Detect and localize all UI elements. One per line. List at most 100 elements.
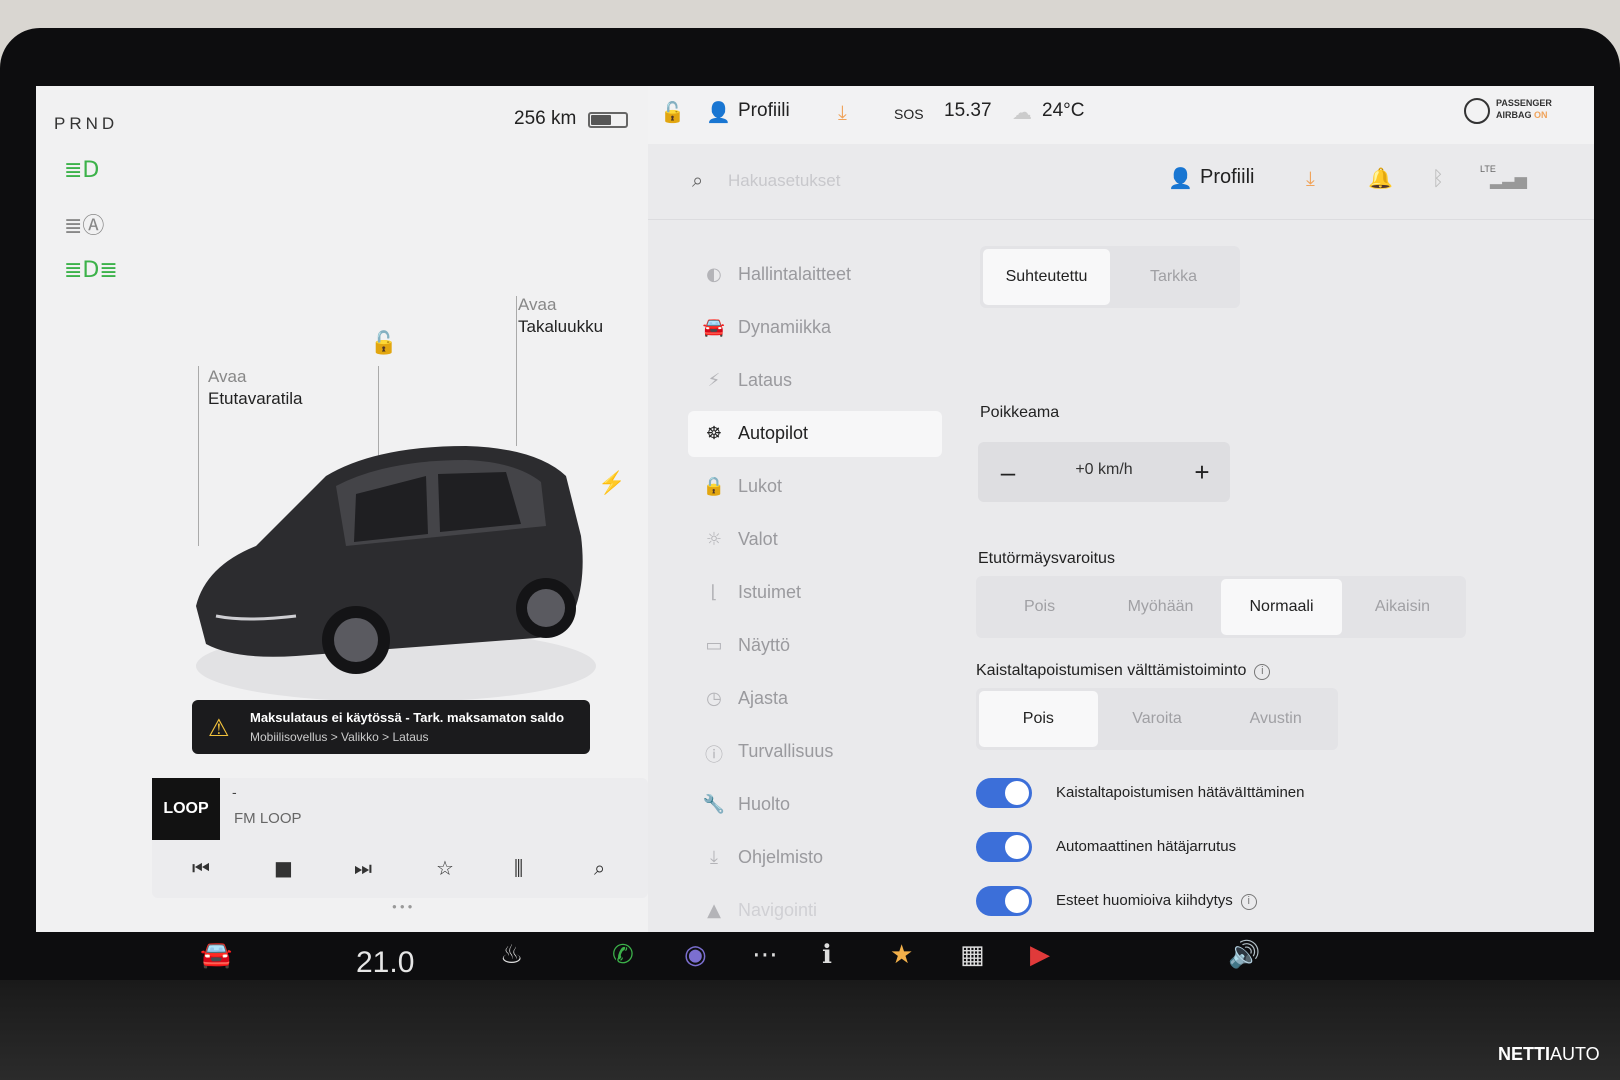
nav-item-label: Näyttö — [738, 635, 791, 655]
nav-item-näyttö[interactable]: ▭ Näyttö — [688, 623, 942, 669]
profile-icon[interactable]: 👤 — [706, 100, 731, 124]
speed-mode-relative[interactable]: Suhteutettu — [983, 249, 1110, 305]
nav-item-label: Huolto — [738, 794, 791, 814]
settings-header: ⌕ 👤 Profiili ⤓ 🔔 ᛒ LTE ▂▃▅ — [648, 144, 1594, 220]
nav-item-lukot[interactable]: 🔒 Lukot — [688, 464, 942, 510]
fcw-option[interactable]: Normaali — [1221, 579, 1342, 635]
nav-item-huolto[interactable]: 🔧 Huolto — [688, 782, 942, 828]
station-name: FM LOOP — [234, 810, 302, 827]
stop-icon[interactable]: ■ — [274, 856, 293, 880]
search-icon[interactable]: ⌕ — [692, 168, 703, 192]
bluetooth-icon[interactable]: ᛒ — [1432, 166, 1444, 190]
charging-alert[interactable]: ⚠ Maksulataus ei käytössä - Tark. maksam… — [192, 700, 590, 754]
increase-button[interactable]: + — [1182, 452, 1222, 492]
download-icon[interactable]: ⤓ — [838, 100, 847, 124]
charge-port-icon[interactable]: ⚡ — [598, 470, 625, 496]
nav-item-label: Hallintalaitteet — [738, 264, 852, 284]
frunk-action: Avaa — [208, 367, 247, 386]
fcw-option[interactable]: Aikaisin — [1342, 579, 1463, 635]
nav-item-label: Valot — [738, 529, 778, 549]
airbag-label-2: AIRBAG — [1496, 110, 1532, 120]
header-profile-name[interactable]: Profiili — [1200, 166, 1254, 189]
nav-item-hallintalaitteet[interactable]: ◐ Hallintalaitteet — [688, 252, 942, 298]
nav-item-turvallisuus[interactable]: ⓘ Turvallisuus — [688, 729, 942, 775]
headlight-icon[interactable]: ≣D — [64, 158, 100, 186]
sos-button[interactable]: SOS — [894, 106, 924, 122]
lock-icon: 🔒 — [702, 476, 726, 497]
airbag-label: PASSENGER — [1496, 98, 1552, 108]
watermark-brand: NETTI — [1498, 1044, 1550, 1064]
seat-icon: ⌊ — [710, 582, 718, 603]
offset-stepper: – +0 km/h + — [978, 442, 1230, 502]
nav-item-lataus[interactable]: ⚡ Lataus — [688, 358, 942, 404]
volume-icon[interactable]: 🔊 — [1228, 940, 1260, 970]
profile-icon[interactable]: 👤 — [1168, 166, 1193, 190]
auto-highbeam-icon[interactable]: ≣Ⓐ — [64, 208, 104, 239]
page-indicator: ●●● — [392, 902, 416, 911]
nav-item-label: Autopilot — [738, 423, 809, 443]
airbag-state: ON — [1534, 110, 1548, 120]
lock-icon[interactable]: 🔓 — [660, 100, 685, 124]
camera-icon[interactable]: ◉ — [684, 940, 707, 970]
emergency-lane-departure-toggle[interactable] — [976, 778, 1032, 808]
frunk-button[interactable]: Avaa Etutavaratila — [208, 366, 303, 410]
lane-option[interactable]: Varoita — [1098, 691, 1217, 747]
speed-mode-fixed[interactable]: Tarkka — [1110, 249, 1237, 305]
nav-item-label: Istuimet — [738, 582, 802, 602]
track-title: - — [232, 784, 237, 800]
lane-option[interactable]: Pois — [979, 691, 1098, 747]
car-icon: 🚘 — [702, 317, 726, 338]
equalizer-icon[interactable]: ⫼ — [514, 856, 523, 880]
next-icon[interactable]: ⏭ — [354, 856, 372, 880]
trunk-button[interactable]: Avaa Takaluukku — [518, 294, 603, 338]
obstacle-aware-acceleration-toggle[interactable] — [976, 886, 1032, 916]
steering-wheel-icon: ☸ — [705, 423, 723, 444]
album-art[interactable]: LOOP — [152, 778, 220, 840]
bell-icon[interactable]: 🔔 — [1368, 166, 1393, 190]
download-icon[interactable]: ⤓ — [1306, 166, 1315, 190]
shield-icon: ⓘ — [705, 745, 723, 766]
clock-icon: ◷ — [706, 688, 722, 709]
car-icon[interactable]: 🚘 — [200, 940, 232, 970]
gear-indicator: PRND — [54, 114, 119, 133]
fcw-option[interactable]: Pois — [979, 579, 1100, 635]
calendar-icon[interactable]: ▦ — [960, 940, 985, 970]
toggle-label: Automaattinen hätäjarrutus — [1056, 838, 1237, 855]
cabin-temperature[interactable]: 21.0 — [356, 946, 414, 980]
nav-item-valot[interactable]: ☼ Valot — [688, 517, 942, 563]
settings-search-input[interactable] — [728, 166, 1028, 196]
toybox-icon[interactable]: ★ — [890, 940, 913, 970]
unlock-icon[interactable]: 🔓 — [370, 330, 397, 356]
parking-light-icon[interactable]: ≣D≣ — [64, 258, 118, 286]
fcw-option[interactable]: Myöhään — [1100, 579, 1221, 635]
nav-item-dynamiikka[interactable]: 🚘 Dynamiikka — [688, 305, 942, 351]
more-icon[interactable]: ⋯ — [752, 940, 778, 970]
vehicle-panel: PRND 256 km ≣D ≣Ⓐ ≣D≣ Avaa Etutavaratila… — [36, 86, 648, 932]
media-app-icon[interactable]: ▶ — [1030, 940, 1050, 970]
info-icon[interactable]: i — [1240, 894, 1257, 910]
lane-section: Kaistaltapoistumisen välttämistoiminto i — [976, 662, 1271, 680]
previous-icon[interactable]: ⏮ — [192, 856, 210, 880]
nav-item-autopilot[interactable]: ☸ Autopilot — [688, 411, 942, 457]
sun-icon: ☼ — [705, 529, 723, 550]
info-icon[interactable]: i — [1254, 664, 1271, 680]
phone-icon[interactable]: ✆ — [612, 940, 634, 970]
nav-item-istuimet[interactable]: ⌊ Istuimet — [688, 570, 942, 616]
seat-heater-icon[interactable]: ♨ — [500, 940, 523, 970]
favorite-star-icon[interactable]: ☆ — [436, 856, 454, 880]
nav-item-ajasta[interactable]: ◷ Ajasta — [688, 676, 942, 722]
offset-value: +0 km/h — [1075, 461, 1133, 478]
manual-icon[interactable]: ℹ — [822, 940, 832, 970]
lane-option[interactable]: Avustin — [1216, 691, 1335, 747]
display-icon: ▭ — [705, 635, 723, 656]
decrease-button[interactable]: – — [988, 452, 1028, 492]
weather-icon: ☁ — [1012, 100, 1032, 124]
nav-item-navigointi[interactable]: ▲ Navigointi — [688, 888, 942, 932]
airbag-icon — [1464, 98, 1490, 124]
nav-item-ohjelmisto[interactable]: ⤓ Ohjelmisto — [688, 835, 942, 881]
passenger-airbag-indicator: PASSENGER AIRBAG ON — [1464, 94, 1584, 130]
automatic-emergency-braking-toggle[interactable] — [976, 832, 1032, 862]
download-icon: ⤓ — [710, 847, 718, 868]
media-search-icon[interactable]: ⌕ — [594, 856, 605, 880]
profile-name[interactable]: Profiili — [738, 100, 790, 122]
